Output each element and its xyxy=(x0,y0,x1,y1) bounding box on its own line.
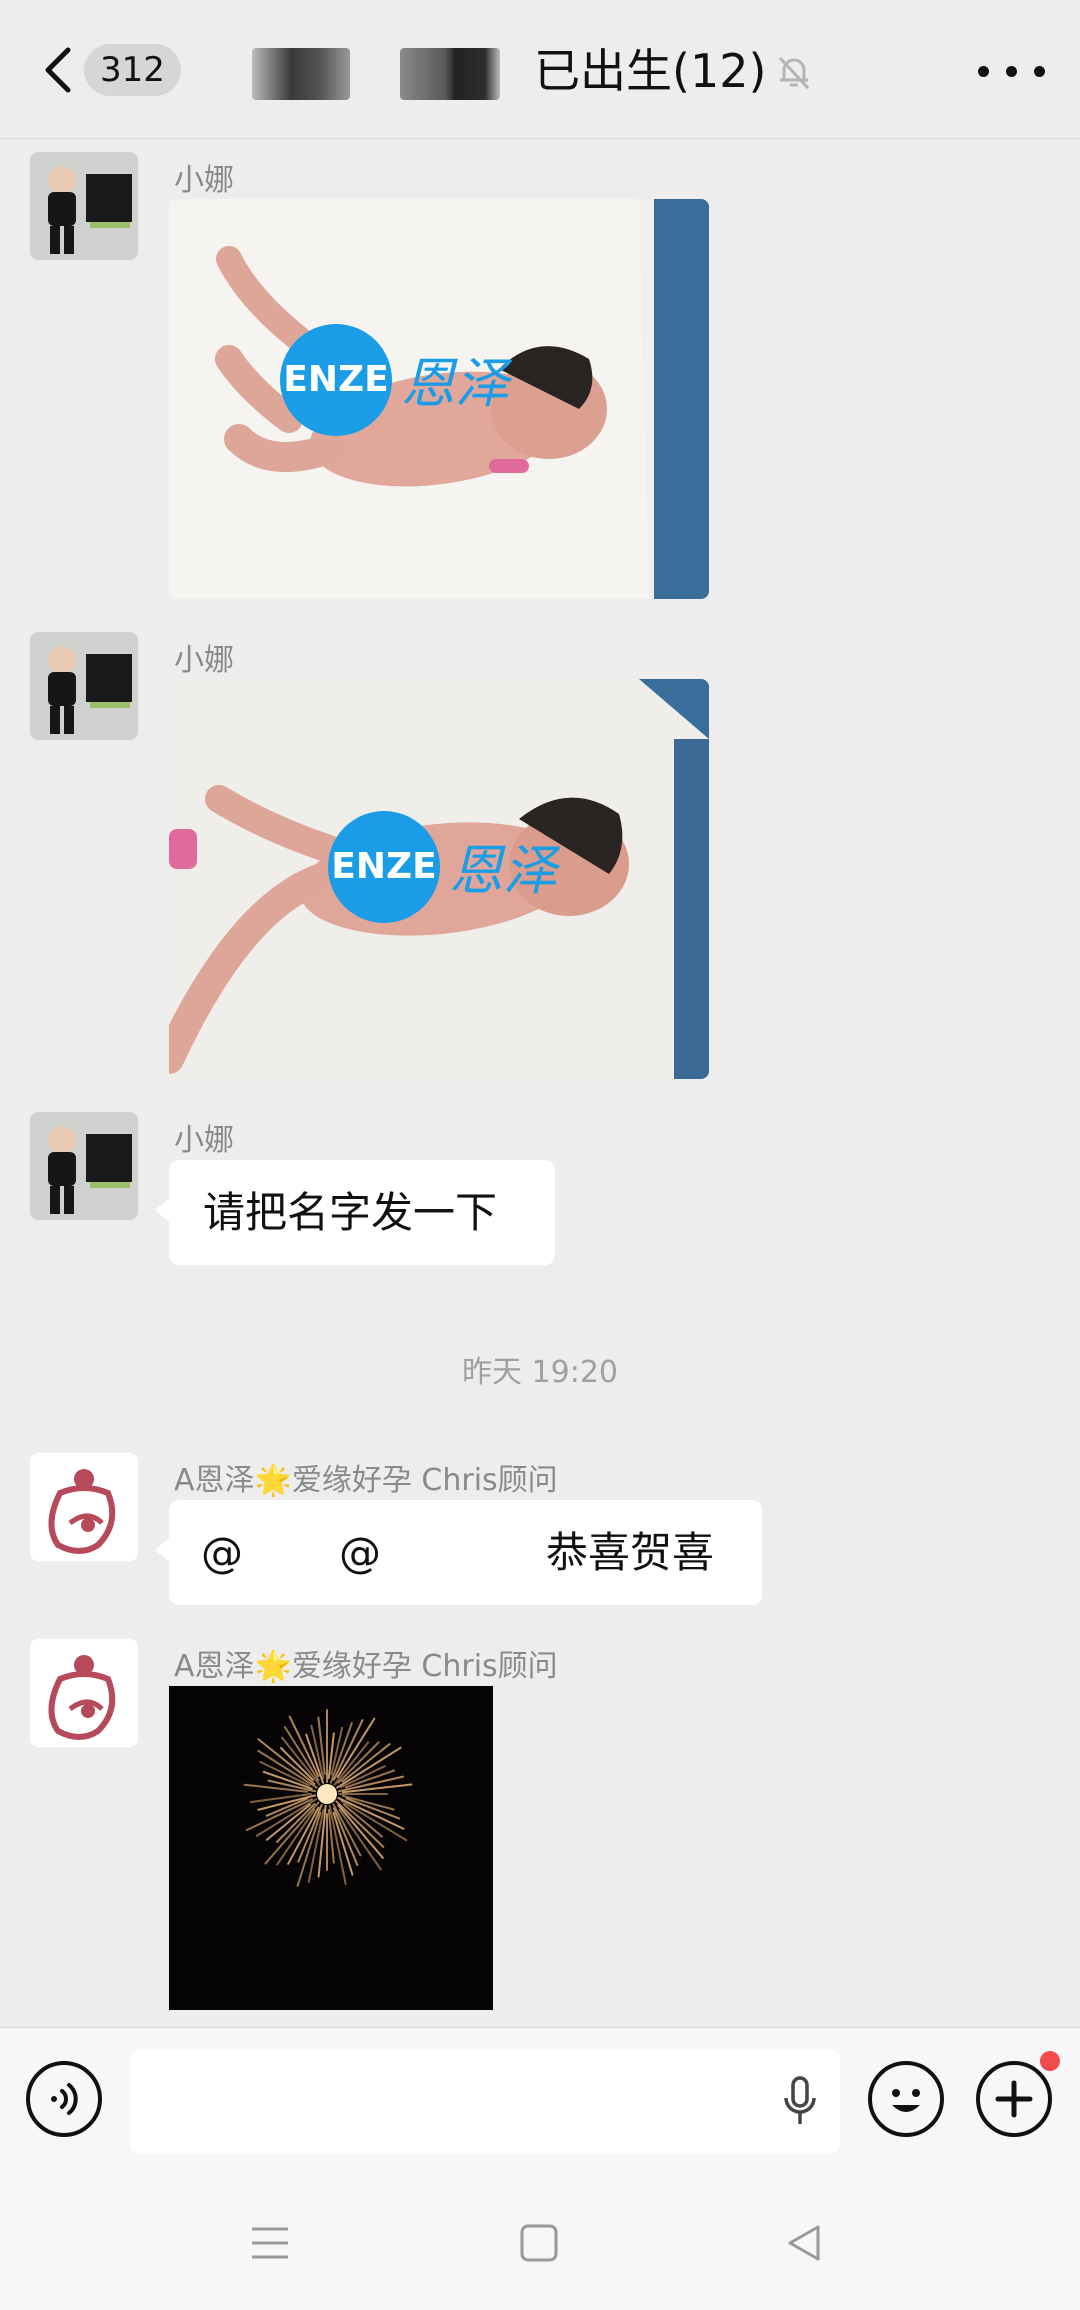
sender-name: 小娜 xyxy=(174,163,234,198)
enze-cn-watermark: 恩泽 xyxy=(449,839,557,902)
timestamp: 昨天 19:20 xyxy=(462,1355,618,1390)
voice-toggle-button[interactable] xyxy=(26,2061,102,2137)
more-functions-button[interactable] xyxy=(976,2051,1060,2137)
avatar-xiaona[interactable] xyxy=(30,152,138,260)
system-navigation-bar xyxy=(0,2177,1080,2310)
fireworks-image[interactable] xyxy=(169,1686,493,2010)
menu-icon[interactable] xyxy=(250,2223,290,2263)
emoji-button[interactable] xyxy=(868,2061,944,2137)
chat-area[interactable]: 小娜 ENZE 恩泽 小娜 ENZE 恩泽 小娜 请把名字发一下 昨天 19:2… xyxy=(0,139,1080,2027)
microphone-icon[interactable] xyxy=(780,2074,820,2130)
avatar-xiaona[interactable] xyxy=(30,632,138,740)
back-button[interactable] xyxy=(38,44,78,96)
mention[interactable]: @ xyxy=(201,1500,243,1605)
sender-name: 小娜 xyxy=(174,1123,234,1158)
emoji-icon xyxy=(892,2089,920,2112)
redacted-name-1 xyxy=(252,48,350,100)
chat-header: 312 已出生(12) xyxy=(0,0,1080,139)
triangle-back-icon[interactable] xyxy=(784,2223,824,2263)
notification-dot xyxy=(1040,2051,1060,2071)
message-text: 请把名字发一下 xyxy=(203,1188,498,1237)
more-options-button[interactable] xyxy=(972,56,1052,86)
redacted-name-2 xyxy=(400,48,500,100)
unread-count-badge[interactable]: 312 xyxy=(84,44,181,96)
message-input[interactable] xyxy=(130,2050,840,2154)
message-text: 恭喜贺喜 xyxy=(546,1528,715,1577)
text-message-bubble[interactable]: @ @ 恭喜贺喜 xyxy=(155,1500,762,1605)
avatar-xiaona[interactable] xyxy=(30,1112,138,1220)
baby-photo-2[interactable]: ENZE 恩泽 xyxy=(169,679,709,1079)
chevron-left-icon xyxy=(45,47,71,93)
avatar-consultant[interactable] xyxy=(30,1639,138,1747)
plus-icon xyxy=(995,2080,1033,2118)
baby-photo-1[interactable]: ENZE 恩泽 xyxy=(169,199,709,599)
more-dots-icon xyxy=(978,66,989,77)
sender-name: 小娜 xyxy=(174,643,234,678)
avatar-consultant[interactable] xyxy=(30,1453,138,1561)
enze-logo-watermark: ENZE xyxy=(328,811,440,923)
home-square-icon[interactable] xyxy=(519,2223,559,2263)
chat-title[interactable]: 已出生(12) xyxy=(534,40,766,102)
sender-name: A恩泽🌟爱缘好孕 Chris顾问 xyxy=(174,1463,558,1498)
enze-logo-watermark: ENZE xyxy=(280,324,392,436)
mention[interactable]: @ xyxy=(339,1500,381,1605)
voice-icon xyxy=(51,2083,78,2115)
message-input-bar xyxy=(0,2027,1080,2178)
enze-cn-watermark: 恩泽 xyxy=(401,352,509,415)
text-message-bubble[interactable]: 请把名字发一下 xyxy=(155,1160,555,1265)
sender-name: A恩泽🌟爱缘好孕 Chris顾问 xyxy=(174,1649,558,1684)
bell-off-icon xyxy=(774,52,814,92)
